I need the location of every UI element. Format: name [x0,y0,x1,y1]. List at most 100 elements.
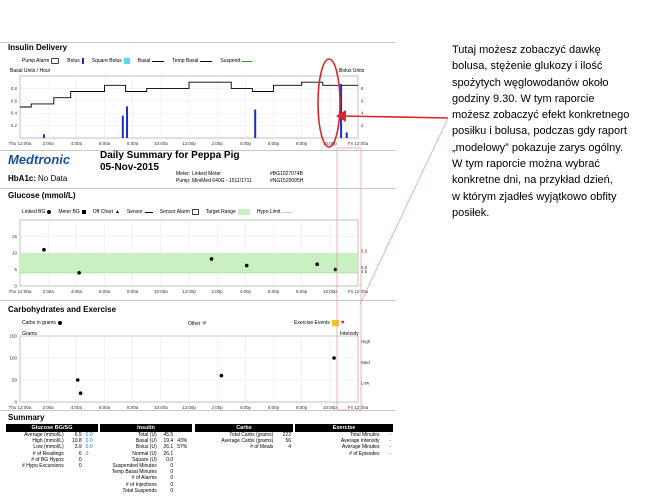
insulin-left-tick: 0.2 [11,123,18,128]
glucose-x-tick: 10:00a [154,289,168,294]
legend-basal: Basal [137,58,151,64]
hba1c-value: No Data [38,174,68,183]
legend-off-chart: Off Chart [92,209,113,215]
glucose-left-tick: 0 [14,284,17,289]
carbs-section-border [0,300,396,301]
summary-row: # Hypo Excursions 0 [6,463,98,469]
legend-hypo-limit: Hypo Limit [256,209,281,215]
summary-row: # of Episodes - [295,451,393,457]
insulin-x-tick: 6:00p [268,141,280,146]
glucose-title: Glucose (mmol/L) [8,191,76,200]
glucose-point [315,262,319,267]
insulin-x-tick: 2:00p [212,141,224,146]
temp-basal-line-icon [200,60,213,62]
summary-carbs-table: Carbs Total Carbs (grams) 222 Average Carb… [195,424,293,451]
meter-value: Linked Meter [192,171,221,177]
summary-section-border [0,410,396,411]
summary-exercise-table: Exercise Total Minutes - Average Intensity… [295,424,393,457]
sensor-alarm-icon [191,209,199,215]
sensor-line-icon [144,211,153,213]
carbs-dot-icon [57,321,62,325]
legend-pump-alarm: Pump Alarm [22,58,50,64]
insulin-right-tick: 4 [361,111,364,116]
insulin-right-tick: 2 [361,123,364,128]
carbs-right-tick: High [361,339,371,344]
carbs-right-tick: Med [361,360,370,365]
insulin-left-tick: 0.6 [11,98,18,103]
carb-point [219,373,224,378]
insulin-legend: Pump Alarm Bolus Square Bolus Basal Temp… [22,58,253,64]
insulin-title: Insulin Delivery [8,43,68,52]
glucose-x-tick: 4:00a [71,289,83,294]
legend-exercise-events: Exercise Events [294,320,330,326]
insulin-x-tick: 4:00p [240,141,252,146]
legend-temp-basal: Temp Basal [172,58,199,64]
pump-value: MiniMed 640G - 1511/1711 [192,178,252,184]
glucose-left-tick: 10 [12,251,18,256]
summary-glucose-table: Glucose BG/SG Average (mmol/L) 6.5 0.0 High… [6,424,98,469]
heart-icon: ♥ [340,320,345,326]
summary-title: Summary [8,413,45,422]
bolus-bar [254,109,257,138]
insulin-x-tick: 10:00p [323,141,337,146]
glucose-legend: Linked BG Meter BG Off Chart ▲ Sensor Se… [22,209,293,215]
report-date: 05-Nov-2015 [100,162,159,173]
off-chart-triangle-icon: ▲ [114,209,120,215]
carbs-legend-other: Other ⍦ [188,320,206,327]
legend-suspend: Suspend [220,58,241,64]
summary-label: # of Meals [250,444,274,451]
summary-value: 0 [170,487,174,494]
insulin-left-tick: 0.4 [11,111,18,116]
bolus-bar [42,134,45,138]
glucose-chart: 1510506.05.04.5Thu 12:00a 2:00a 4:00a 6:00a… [9,219,369,294]
meter-label: Meter: [176,171,191,177]
glucose-x-tick: Thu 12:00a [9,289,32,294]
glucose-x-tick: 2:00p [212,289,224,294]
legend-linked-bg: Linked BG [22,209,46,215]
glucose-right-tick: 6.0 [361,249,368,254]
summary-carbs-header: Carbs [195,424,293,432]
legend-meter-bg: Meter BG [58,209,80,215]
meter-serial: #BG1027074B [270,171,303,177]
insulin-x-tick: Fri 12:00a [348,141,369,146]
bolus-bar [121,115,124,138]
other-fork-icon: ⍦ [202,320,207,326]
bolus-swatch-icon [81,58,84,64]
insulin-right-tick: 6 [361,98,364,103]
glucose-x-tick: 2:00a [43,289,55,294]
insulin-x-tick: 12:00p [182,141,196,146]
summary-row: # of Meals 4 [195,444,293,450]
summary-value-secondary [84,463,98,469]
report-title: Daily Summary for Peppa Pig [100,150,240,161]
carbs-left-tick: 50 [12,378,18,383]
legend-carbs-grams: Carbs in grams [22,320,56,326]
bolus-bar [345,132,348,138]
glucose-point [77,271,81,275]
legend-square-bolus: Square Bolus [91,58,122,64]
basal-line-icon [152,60,165,62]
bolus-bar [340,84,343,138]
summary-label: # of Episodes [349,450,380,457]
insulin-left-tick: 0.8 [11,86,18,91]
summary-label: Total Suspends [122,487,157,494]
glucose-section-border [0,188,396,189]
insulin-x-tick: 8:00p [296,141,308,146]
carbs-legend-left: Carbs in grams [22,320,62,326]
summary-label: # Hypo Excursions [22,463,64,470]
carbs-left-tick: 150 [9,334,17,339]
carbs-legend-exercise: Exercise Events ♥ [294,320,344,326]
summary-exercise-header: Exercise [295,424,393,432]
glucose-point [244,263,249,268]
glucose-x-tick: 10:00p [323,289,337,294]
hba1c-label: HbA1c: [8,174,37,183]
insulin-x-tick: Thu 12:00a [9,141,32,146]
summary-glucose-header: Glucose BG/SG [6,424,98,432]
legend-other: Other [188,320,201,327]
insulin-x-tick: 10:00a [154,141,168,146]
pump-alarm-icon [51,58,60,64]
legend-sensor-alarm: Sensor Alarm [159,209,190,215]
bolus-bar [126,106,129,138]
glucose-point [42,247,46,252]
insulin-x-tick: 6:00a [99,141,111,146]
summary-value: 0 [78,463,82,470]
